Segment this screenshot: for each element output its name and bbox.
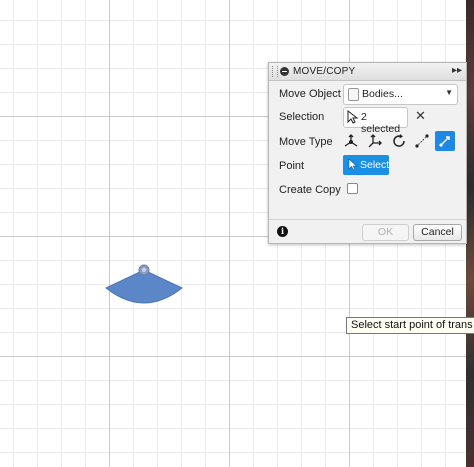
body-icon: [348, 88, 359, 101]
free-move-icon: [344, 134, 358, 147]
dialog-header[interactable]: MOVE/COPY ▸▸: [269, 63, 466, 81]
point-to-point-icon: [415, 134, 429, 148]
selection-field[interactable]: 2 selected: [343, 107, 408, 135]
point-select-label: Select: [360, 159, 390, 171]
move-type-point-to-point-button[interactable]: [412, 131, 432, 151]
expand-dialog-icon[interactable]: ▸▸: [452, 65, 462, 76]
info-icon[interactable]: i: [277, 226, 288, 237]
collapse-icon[interactable]: [280, 67, 289, 76]
move-object-value: Bodies...: [362, 88, 403, 100]
move-type-translate-button[interactable]: [365, 131, 385, 151]
cancel-button[interactable]: Cancel: [413, 224, 462, 241]
point-to-position-icon: [439, 136, 450, 147]
dropdown-arrow-icon: ▼: [445, 88, 453, 97]
point-select-button[interactable]: Select: [343, 155, 389, 175]
drag-grip-icon[interactable]: [272, 66, 278, 77]
footer-divider: [269, 219, 466, 220]
dialog-title: MOVE/COPY: [293, 66, 356, 77]
move-type-rotate-button[interactable]: [389, 131, 409, 151]
cursor-arrow-icon: [347, 110, 359, 124]
move-type-label: Move Type: [279, 136, 333, 148]
create-copy-label: Create Copy: [279, 184, 341, 196]
background-window-edge: [466, 0, 474, 467]
translate-xyz-icon: [368, 134, 382, 148]
ok-button[interactable]: OK: [362, 224, 409, 241]
selection-label: Selection: [279, 111, 325, 123]
move-object-dropdown[interactable]: Bodies... ▼: [343, 84, 458, 105]
move-copy-dialog: MOVE/COPY ▸▸ Move Object Bodies... ▼ Sel…: [268, 62, 467, 244]
point-label: Point: [279, 160, 305, 172]
close-icon[interactable]: ✕: [415, 109, 426, 123]
cursor-arrow-icon: [348, 158, 358, 171]
move-object-label: Move Object: [279, 88, 341, 100]
move-type-free-move-button[interactable]: [341, 131, 361, 151]
move-type-point-to-position-button[interactable]: [435, 131, 455, 151]
prompt-tooltip: Select start point of trans: [346, 317, 474, 334]
rotate-icon: [393, 134, 405, 147]
sector-origin-point-center: [142, 268, 146, 272]
create-copy-checkbox[interactable]: [347, 183, 358, 194]
